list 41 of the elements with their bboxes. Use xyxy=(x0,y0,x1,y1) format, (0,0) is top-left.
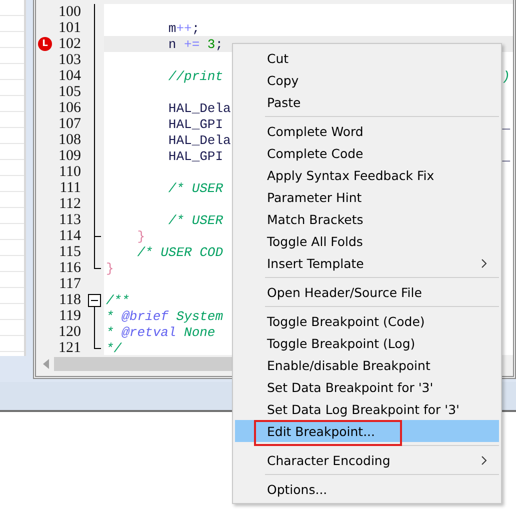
code-line: HAL_GPI xyxy=(167,148,224,164)
line-number: 119 xyxy=(58,308,81,324)
line-number: 101 xyxy=(58,20,81,36)
line-number: 115 xyxy=(58,244,81,260)
line-number: 100 xyxy=(58,4,81,20)
code-line: /* USER COD xyxy=(136,244,224,260)
line-number: 117 xyxy=(58,276,81,292)
code-line: /** xyxy=(106,292,130,308)
line-number: 120 xyxy=(58,324,81,340)
code-line: /* USER xyxy=(167,180,224,196)
line-number: 114 xyxy=(58,228,81,244)
code-line: * @retval None xyxy=(106,324,216,340)
code-line: HAL_Dela xyxy=(167,132,231,148)
line-number: 103 xyxy=(58,52,81,68)
line-number: 113 xyxy=(58,212,81,228)
code-fragment: _ xyxy=(502,148,511,164)
line-number: 110 xyxy=(58,164,81,180)
line-number: 112 xyxy=(58,196,81,212)
line-number: 111 xyxy=(58,180,81,196)
code-line: * @brief System xyxy=(106,308,224,324)
code-line: HAL_GPI xyxy=(167,116,224,132)
line-number: 109 xyxy=(58,148,81,164)
line-number: 102 xyxy=(58,36,81,52)
line-number: 118 xyxy=(58,292,81,308)
line-number: 116 xyxy=(58,260,81,276)
code-line: m++; xyxy=(167,20,200,36)
line-number: 105 xyxy=(58,84,81,100)
line-number: 104 xyxy=(58,68,81,84)
line-number: 107 xyxy=(58,116,81,132)
code-line: } xyxy=(136,228,146,244)
code-line: } xyxy=(106,260,114,276)
code-line: n += 3; xyxy=(167,36,224,52)
code-fragment: _ xyxy=(502,116,511,132)
code-line: */ xyxy=(106,340,122,355)
code-line: HAL_Dela xyxy=(167,100,231,116)
code-line: //print xyxy=(167,68,224,84)
line-number: 106 xyxy=(58,100,81,116)
line-number: 121 xyxy=(58,340,81,355)
line-number: 108 xyxy=(58,132,81,148)
code-line: /* USER xyxy=(167,212,224,228)
code-fragment: ) xyxy=(502,68,511,84)
